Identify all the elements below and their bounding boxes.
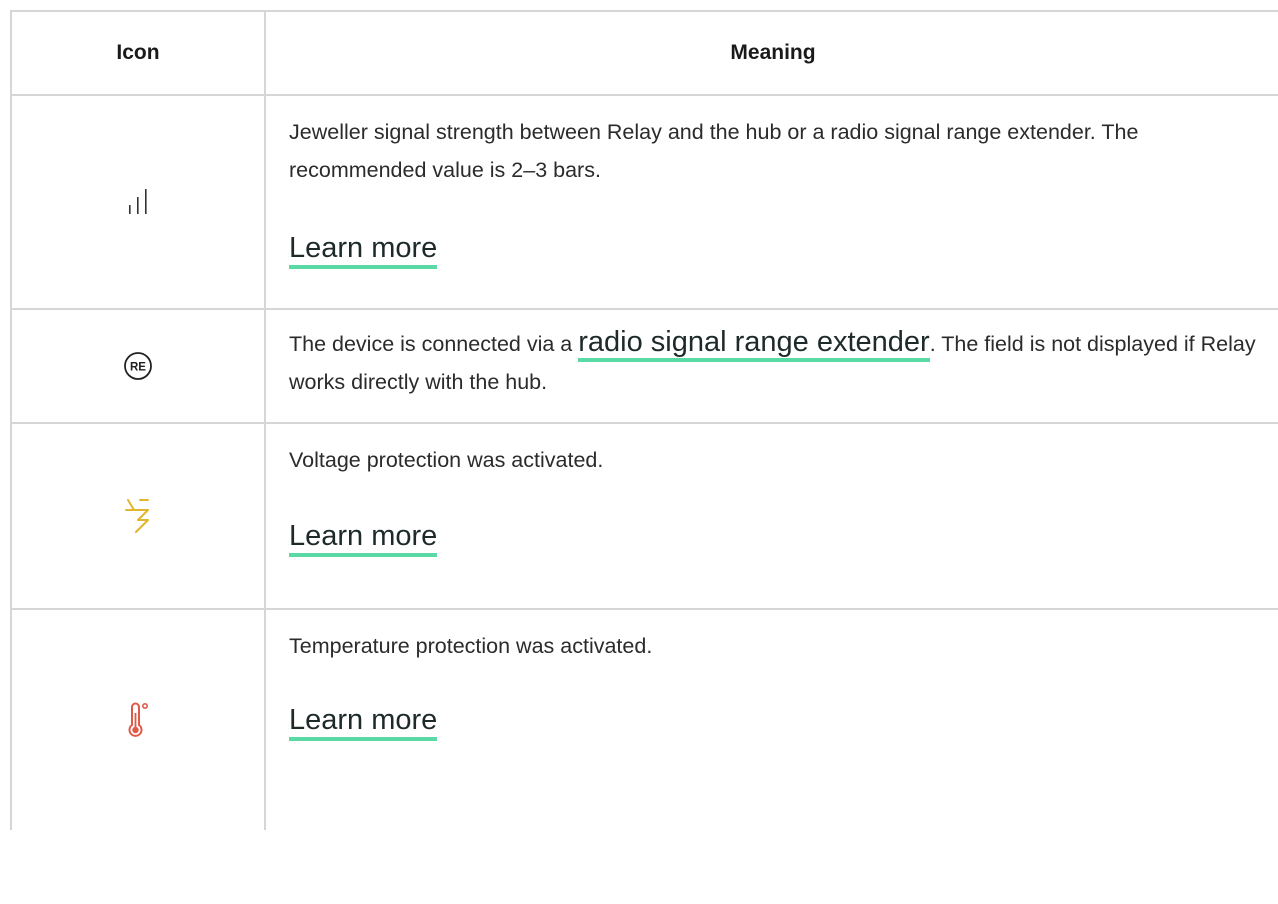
row-description: Temperature protection was activated. xyxy=(289,634,653,658)
svg-text:RE: RE xyxy=(130,362,146,374)
range-extender-link[interactable]: radio signal range extender xyxy=(578,326,930,362)
thermometer-icon xyxy=(126,701,150,739)
learn-more-link[interactable]: Learn more xyxy=(289,231,438,269)
table-row: Voltage protection was activated. Learn … xyxy=(12,424,1278,610)
range-extender-re-icon: RE xyxy=(123,351,153,381)
learn-more-link[interactable]: Learn more xyxy=(289,519,438,557)
table-row: RE The device is connected via a radio s… xyxy=(12,310,1278,424)
row-description-start: The device is connected via a xyxy=(289,332,579,356)
table-row: Temperature protection was activated. Le… xyxy=(12,610,1278,830)
icon-meaning-table: Icon Meaning Jeweller signal strength be… xyxy=(10,10,1278,830)
header-meaning: Meaning xyxy=(730,41,816,64)
row-description: Voltage protection was activated. xyxy=(289,448,604,472)
header-icon: Icon xyxy=(12,12,266,94)
learn-more-link[interactable]: Learn more xyxy=(289,703,438,741)
table-header-row: Icon Meaning xyxy=(12,12,1278,96)
row-description: Jeweller signal strength between Relay a… xyxy=(289,120,1139,182)
table-row: Jeweller signal strength between Relay a… xyxy=(12,96,1278,310)
signal-strength-icon xyxy=(123,189,153,215)
voltage-lightning-icon xyxy=(124,498,152,534)
